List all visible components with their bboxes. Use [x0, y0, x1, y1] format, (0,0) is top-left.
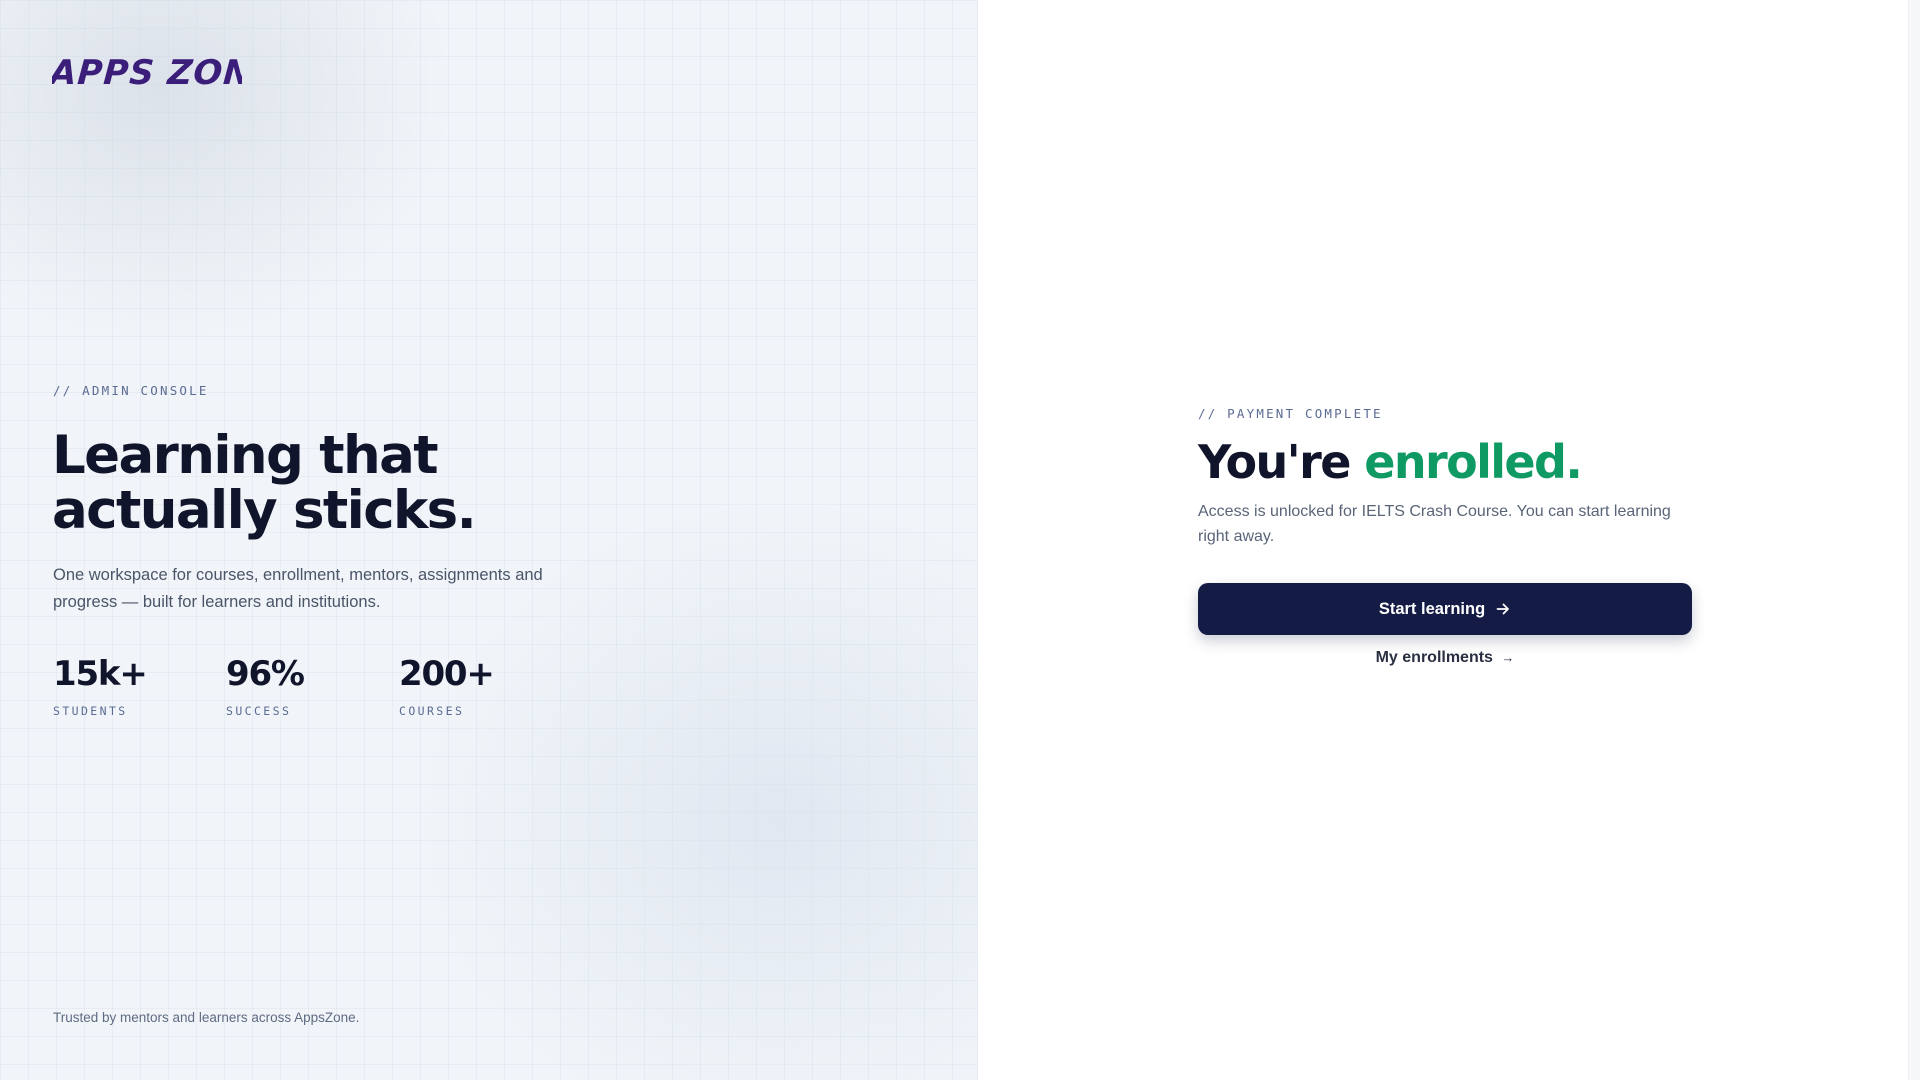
start-learning-button[interactable]: Start learning [1198, 583, 1692, 635]
stat-students: 15k+ STUDENTS [53, 654, 226, 718]
section-eyebrow: // ADMIN CONSOLE [53, 383, 209, 398]
start-learning-label: Start learning [1378, 599, 1486, 618]
stat-label: COURSES [399, 704, 465, 718]
arrow-right-icon [1496, 603, 1510, 615]
headline-line-2: actually sticks. [52, 480, 477, 541]
title-accent: enrolled. [1364, 435, 1583, 489]
stat-label: SUCCESS [226, 704, 292, 718]
enrollment-confirmation: // PAYMENT COMPLETE You're enrolled. Acc… [1198, 406, 1692, 667]
stat-label: STUDENTS [53, 704, 128, 718]
svg-text:APPS ZONE: APPS ZONE [52, 53, 242, 93]
my-enrollments-label: My enrollments [1375, 649, 1493, 666]
stat-value: 96% [226, 654, 305, 694]
stats-row: 15k+ STUDENTS 96% SUCCESS 200+ COURSES [53, 654, 572, 718]
headline-line-1: Learning that [52, 425, 439, 486]
brand-panel: APPS ZONE // ADMIN CONSOLE Learning that… [0, 0, 978, 1080]
my-enrollments-link[interactable]: My enrollments → [1198, 649, 1692, 667]
stat-courses: 200+ COURSES [399, 654, 572, 718]
payment-eyebrow: // PAYMENT COMPLETE [1198, 406, 1383, 421]
confirmation-description: Access is unlocked for IELTS Crash Cours… [1198, 503, 1671, 545]
stat-success: 96% SUCCESS [226, 654, 399, 718]
stat-value: 200+ [399, 654, 495, 694]
title-prefix: You're [1198, 435, 1351, 489]
apps-zone-logo[interactable]: APPS ZONE [52, 48, 242, 94]
hero-subtext: One workspace for courses, enrollment, m… [53, 566, 543, 611]
trusted-footer: Trusted by mentors and learners across A… [53, 1010, 360, 1025]
page-scrollbar[interactable] [1908, 0, 1920, 1080]
confirmation-title: You're enrolled. [1198, 435, 1692, 489]
confirmation-panel: // PAYMENT COMPLETE You're enrolled. Acc… [978, 0, 1908, 1080]
hero-headline: Learning that actually sticks. [52, 428, 652, 538]
stat-value: 15k+ [53, 654, 148, 694]
arrow-right-small-icon: → [1501, 650, 1515, 665]
